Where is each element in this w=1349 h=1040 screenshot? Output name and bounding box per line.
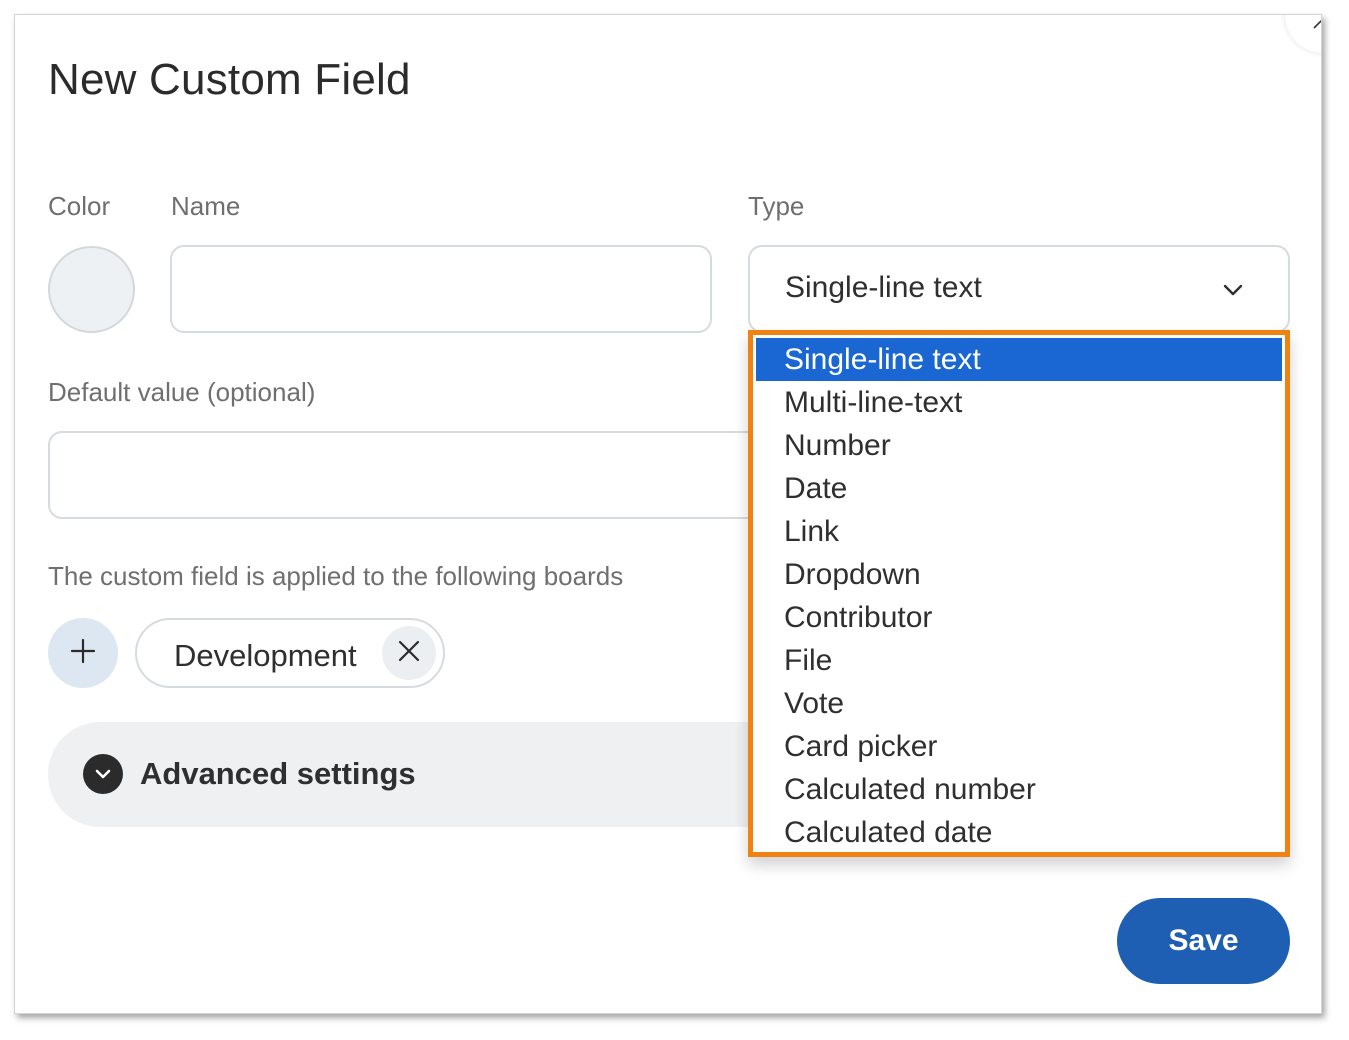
custom-field-dialog: New Custom Field Color Name Type Single-… [14, 14, 1322, 1014]
board-chip-development: Development [135, 618, 445, 688]
type-select[interactable]: Single-line text [748, 245, 1290, 333]
remove-board-button[interactable] [382, 626, 436, 680]
type-option-multi-line-text[interactable]: Multi-line-text [756, 381, 1282, 424]
chevron-down-circle-icon [83, 754, 123, 794]
boards-helper-text: The custom field is applied to the follo… [48, 561, 624, 591]
type-option-vote[interactable]: Vote [756, 682, 1282, 725]
dialog-title: New Custom Field [48, 55, 411, 104]
type-dropdown-list: Single-line text Multi-line-text Number … [748, 330, 1290, 857]
name-label: Name [171, 191, 241, 221]
advanced-settings-label: Advanced settings [140, 756, 416, 791]
dialog-close-button[interactable] [1285, 15, 1321, 53]
plus-icon [70, 638, 96, 669]
type-option-number[interactable]: Number [756, 424, 1282, 467]
type-option-date[interactable]: Date [756, 467, 1282, 510]
type-option-link[interactable]: Link [756, 510, 1282, 553]
save-button[interactable]: Save [1117, 898, 1290, 984]
type-option-calculated-date[interactable]: Calculated date [756, 811, 1282, 854]
type-option-calculated-number[interactable]: Calculated number [756, 768, 1282, 811]
type-option-file[interactable]: File [756, 639, 1282, 682]
type-label: Type [748, 191, 805, 221]
type-option-dropdown[interactable]: Dropdown [756, 553, 1282, 596]
type-option-card-picker[interactable]: Card picker [756, 725, 1282, 768]
close-icon [1313, 17, 1321, 33]
type-select-value: Single-line text [785, 271, 982, 304]
close-icon [397, 639, 421, 668]
type-option-single-line-text[interactable]: Single-line text [756, 338, 1282, 381]
board-chip-label: Development [174, 638, 357, 673]
add-board-button[interactable] [48, 618, 118, 688]
color-label: Color [48, 191, 111, 221]
color-picker-button[interactable] [48, 246, 135, 333]
default-value-label: Default value (optional) [48, 377, 316, 407]
type-option-contributor[interactable]: Contributor [756, 596, 1282, 639]
chevron-down-icon [1222, 279, 1244, 301]
name-input[interactable] [170, 245, 712, 333]
